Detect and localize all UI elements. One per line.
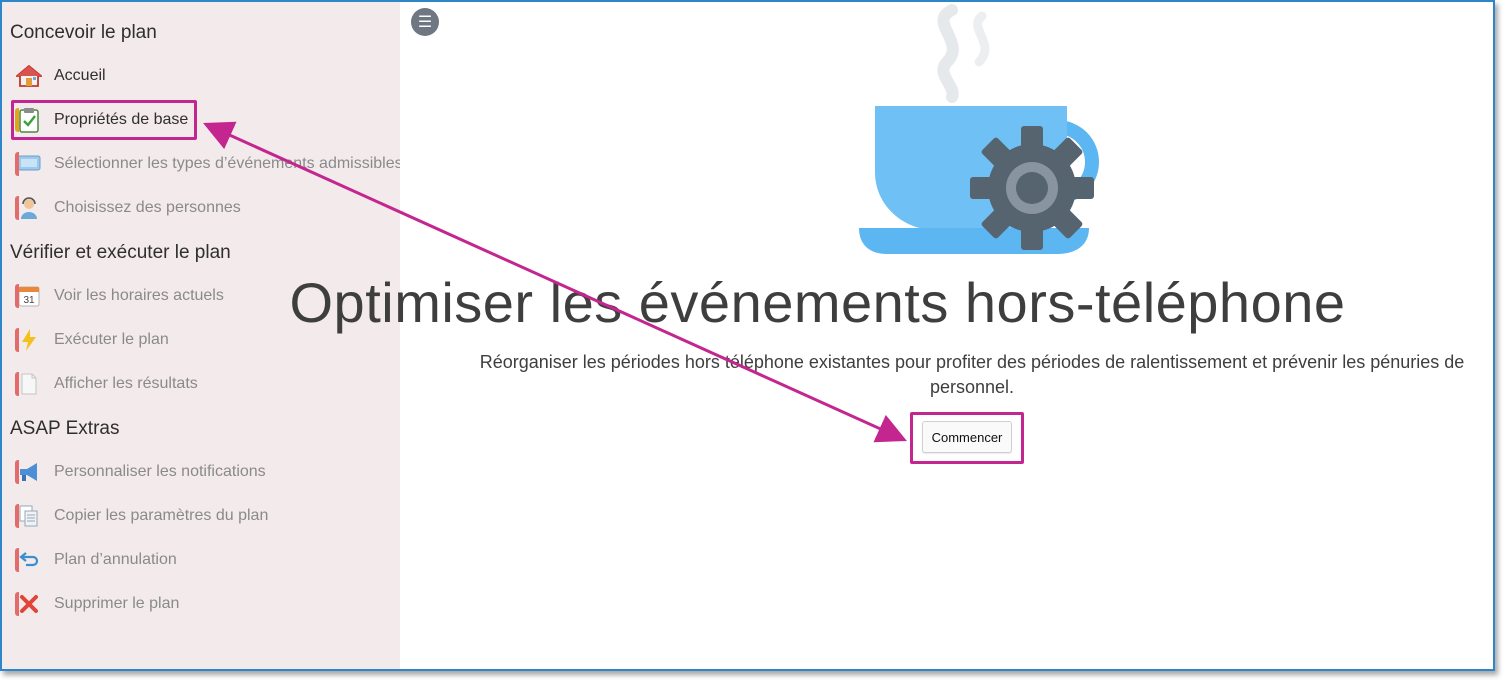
delete-x-icon bbox=[14, 589, 44, 619]
highlight-basic-properties bbox=[11, 100, 197, 140]
section-title-design: Concevoir le plan bbox=[10, 22, 157, 43]
sidebar-item-label: Sélectionner les types d’événements admi… bbox=[54, 155, 400, 172]
sidebar-item-undo-plan[interactable]: Plan d’annulation bbox=[14, 542, 177, 578]
person-headset-icon bbox=[14, 193, 44, 223]
start-button[interactable]: Commencer bbox=[922, 421, 1012, 453]
section-title-verify-run: Vérifier et exécuter le plan bbox=[10, 242, 231, 263]
megaphone-icon bbox=[14, 457, 44, 487]
monitor-icon bbox=[14, 149, 44, 179]
sidebar-item-label: Afficher les résultats bbox=[54, 375, 198, 392]
sidebar-item-label: Personnaliser les notifications bbox=[54, 463, 266, 480]
sidebar-item-show-results[interactable]: Afficher les résultats bbox=[14, 366, 198, 402]
sidebar-item-delete-plan[interactable]: Supprimer le plan bbox=[14, 586, 179, 622]
page-title: Optimiser les événements hors-téléphone bbox=[289, 271, 1346, 334]
sidebar-item-notifications[interactable]: Personnaliser les notifications bbox=[14, 454, 266, 490]
copy-icon bbox=[14, 501, 44, 531]
hamburger-menu-icon[interactable]: ☰ bbox=[411, 8, 439, 36]
app-window: Concevoir le plan Accueil Propriétés de … bbox=[0, 0, 1495, 671]
sidebar-item-label: Accueil bbox=[54, 67, 106, 84]
page-subtitle: Réorganiser les périodes hors téléphone … bbox=[479, 352, 1465, 397]
section-title-extras: ASAP Extras bbox=[10, 418, 120, 439]
sidebar-item-home[interactable]: Accueil bbox=[14, 58, 106, 94]
coffee-gear-illustration bbox=[859, 4, 1099, 254]
home-icon bbox=[14, 61, 44, 91]
sidebar-item-label: Supprimer le plan bbox=[54, 595, 180, 612]
sidebar-item-label: Plan d’annulation bbox=[54, 551, 177, 568]
sidebar-item-label: Choisissez des personnes bbox=[54, 199, 241, 216]
sidebar-item-copy-settings[interactable]: Copier les paramètres du plan bbox=[14, 498, 268, 534]
undo-arrow-icon bbox=[14, 545, 44, 575]
sidebar-item-label: Copier les paramètres du plan bbox=[54, 507, 269, 524]
sidebar-item-choose-people[interactable]: Choisissez des personnes bbox=[14, 190, 241, 226]
document-icon bbox=[14, 369, 44, 399]
sidebar: Concevoir le plan Accueil Propriétés de … bbox=[2, 2, 400, 669]
sidebar-item-event-types[interactable]: Sélectionner les types d’événements admi… bbox=[14, 146, 400, 182]
